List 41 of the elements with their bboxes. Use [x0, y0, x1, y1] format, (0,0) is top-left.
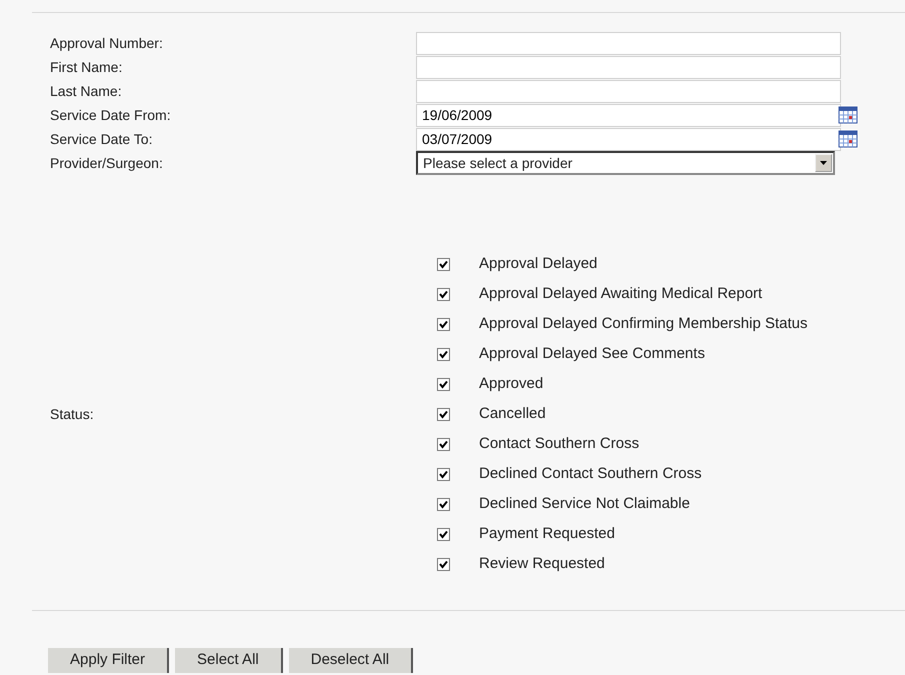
checkbox[interactable] — [437, 438, 450, 450]
filter-button[interactable]: Select All — [175, 648, 283, 673]
field-label: Service Date To: — [50, 130, 154, 148]
checkbox-label: Approval Delayed See Comments — [479, 344, 705, 364]
field-label: First Name: — [50, 58, 124, 76]
checkbox-label: Contact Southern Cross — [479, 434, 640, 454]
checkbox-label: Declined Contact Southern Cross — [479, 464, 702, 484]
input-field[interactable]: 19/06/2009 — [416, 104, 841, 126]
provider-dropdown[interactable]: Please select a provider — [416, 151, 835, 175]
checkbox[interactable] — [437, 528, 450, 540]
checkbox[interactable] — [437, 408, 450, 420]
checkbox[interactable] — [437, 288, 450, 300]
checkbox[interactable] — [437, 348, 450, 360]
field-label: Service Date From: — [50, 106, 172, 124]
input-field[interactable] — [416, 56, 841, 78]
checkbox[interactable] — [437, 378, 450, 390]
input-field[interactable]: 03/07/2009 — [416, 128, 841, 150]
filter-button[interactable]: Apply Filter — [48, 648, 170, 673]
input-field[interactable] — [416, 80, 841, 102]
field-label: Approval Number: — [50, 34, 164, 53]
checkbox[interactable] — [437, 258, 450, 270]
checkbox[interactable] — [437, 468, 450, 480]
input-field[interactable] — [416, 32, 841, 54]
filter-button[interactable]: Deselect All — [288, 648, 414, 673]
checkbox[interactable] — [437, 318, 450, 330]
calendar-icon[interactable] — [838, 130, 858, 148]
field-label: Last Name: — [50, 82, 123, 100]
checkbox-label: Payment Requested — [479, 524, 615, 544]
calendar-icon[interactable] — [838, 106, 858, 124]
caret-icon — [820, 161, 827, 165]
checkbox-label: Approval Delayed — [479, 254, 598, 274]
checkbox-label: Approval Delayed Awaiting Medical Report — [479, 284, 762, 304]
checkbox-label: Declined Service Not Claimable — [479, 494, 690, 514]
checkbox[interactable] — [437, 558, 450, 570]
field-label: Status: — [50, 404, 95, 424]
checkbox-label: Approved — [479, 374, 544, 394]
checkbox[interactable] — [437, 498, 450, 510]
checkbox-label: Approval Delayed Confirming Membership Status — [479, 314, 808, 334]
checkbox-label: Cancelled — [479, 404, 546, 424]
checkbox-label: Review Requested — [479, 554, 605, 574]
field-label: Provider/Surgeon: — [50, 154, 164, 173]
